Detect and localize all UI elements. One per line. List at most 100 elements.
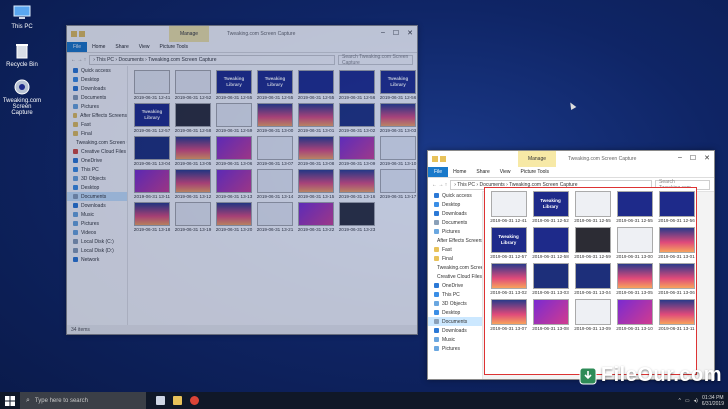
nav-item[interactable]: Documents: [67, 93, 127, 102]
nav-item[interactable]: Network: [67, 255, 127, 264]
nav-item[interactable]: Videos: [67, 228, 127, 237]
tab-picture-tools[interactable]: Picture Tools: [516, 169, 555, 175]
file-item[interactable]: 2019-06-31 13-09: [337, 136, 377, 167]
file-item[interactable]: 2019-06-31 12-55: [572, 191, 613, 224]
file-item[interactable]: 2019-06-31 13-02: [488, 263, 529, 296]
nav-item[interactable]: Desktop: [428, 308, 482, 317]
nav-item[interactable]: This PC: [428, 290, 482, 299]
minimize-icon[interactable]: –: [381, 29, 385, 37]
file-item[interactable]: 2019-06-31 12-59: [572, 227, 613, 260]
tab-share[interactable]: Share: [110, 44, 133, 50]
title-bar[interactable]: Manage Tweaking.com Screen Capture – ☐ ✕: [428, 151, 714, 167]
file-item[interactable]: 2019-06-31 13-03: [378, 103, 417, 134]
file-item[interactable]: 2019-06-31 13-13: [214, 169, 254, 200]
nav-item[interactable]: Fast: [428, 245, 482, 254]
nav-item[interactable]: Pictures: [428, 227, 482, 236]
nav-item[interactable]: Creative Cloud Files: [67, 147, 127, 156]
search-input[interactable]: Search Tweaking.com Screen Capture: [338, 54, 413, 66]
tab-home[interactable]: Home: [87, 44, 110, 50]
nav-item[interactable]: Tweaking.com Screen Capture: [428, 263, 482, 272]
tab-picture-tools[interactable]: Picture Tools: [155, 44, 194, 50]
chrome-icon[interactable]: [190, 396, 199, 405]
file-item[interactable]: 2019-06-31 13-04: [572, 263, 613, 296]
back-forward-icons[interactable]: ← → ↑: [71, 57, 86, 63]
tab-manage[interactable]: Manage: [518, 151, 556, 167]
nav-item[interactable]: Quick access: [67, 66, 127, 75]
title-bar[interactable]: Manage Tweaking.com Screen Capture – ☐ ✕: [67, 26, 417, 42]
file-item[interactable]: 2019-06-31 12-58: [173, 103, 213, 134]
file-item[interactable]: 2019-06-31 13-04: [132, 136, 172, 167]
nav-item[interactable]: OneDrive: [428, 281, 482, 290]
nav-item[interactable]: Tweaking.com Screen Capture: [67, 138, 127, 147]
file-item[interactable]: 2019-06-31 13-11: [656, 299, 696, 332]
nav-item[interactable]: Music: [67, 210, 127, 219]
nav-item[interactable]: Creative Cloud Files: [428, 272, 482, 281]
file-item[interactable]: 2019-06-31 12-41: [132, 70, 172, 101]
file-item[interactable]: Tweaking Library 2019-06-31 12-55: [214, 70, 254, 101]
file-item[interactable]: Tweaking Library 2019-06-31 12-57: [488, 227, 529, 260]
nav-item[interactable]: Local Disk (C:): [67, 237, 127, 246]
file-item[interactable]: Tweaking Library 2019-06-31 12-57: [132, 103, 172, 134]
nav-item[interactable]: Music: [428, 335, 482, 344]
nav-item[interactable]: Documents: [428, 317, 482, 326]
maximize-icon[interactable]: ☐: [393, 29, 399, 37]
close-icon[interactable]: ✕: [407, 29, 413, 37]
nav-item[interactable]: 3D Objects: [67, 174, 127, 183]
chevron-up-icon[interactable]: ^: [678, 398, 680, 404]
nav-item[interactable]: Desktop: [428, 200, 482, 209]
minimize-icon[interactable]: –: [678, 154, 682, 162]
nav-item[interactable]: Fast: [67, 120, 127, 129]
volume-icon[interactable]: ◂): [694, 398, 698, 404]
explorer-window-background[interactable]: Manage Tweaking.com Screen Capture – ☐ ✕…: [66, 25, 418, 335]
file-item[interactable]: 2019-06-31 13-14: [255, 169, 295, 200]
nav-item[interactable]: 3D Objects: [428, 299, 482, 308]
file-item[interactable]: 2019-06-31 13-20: [214, 202, 254, 233]
nav-item[interactable]: Pictures: [428, 344, 482, 353]
tab-file[interactable]: File: [428, 167, 449, 177]
file-item[interactable]: 2019-06-31 12-56: [337, 70, 377, 101]
file-item[interactable]: 2019-06-31 12-55: [614, 191, 655, 224]
back-forward-icons[interactable]: ← → ↑: [432, 182, 447, 188]
nav-item[interactable]: Desktop: [67, 183, 127, 192]
nav-item[interactable]: Downloads: [67, 84, 127, 93]
file-item[interactable]: 2019-06-31 13-06: [214, 136, 254, 167]
nav-item[interactable]: Pictures: [67, 102, 127, 111]
file-item[interactable]: 2019-06-31 12-59: [214, 103, 254, 134]
file-item[interactable]: 2019-06-31 13-07: [488, 299, 529, 332]
file-item[interactable]: 2019-06-31 13-06: [656, 263, 696, 296]
nav-item[interactable]: After Effects Screens: [428, 236, 482, 245]
nav-item[interactable]: Documents: [67, 192, 127, 201]
tab-share[interactable]: Share: [471, 169, 494, 175]
file-item[interactable]: 2019-06-31 13-00: [255, 103, 295, 134]
nav-item[interactable]: Final: [428, 254, 482, 263]
file-item[interactable]: 2019-06-31 13-01: [656, 227, 696, 260]
file-item[interactable]: 2019-06-31 13-21: [255, 202, 295, 233]
file-item[interactable]: 2019-06-31 13-11: [132, 169, 172, 200]
file-item[interactable]: 2019-06-31 12-58: [530, 227, 571, 260]
tab-home[interactable]: Home: [448, 169, 471, 175]
network-icon[interactable]: ▭: [685, 398, 690, 404]
file-item[interactable]: 2019-06-31 13-23: [337, 202, 377, 233]
tab-view[interactable]: View: [134, 44, 155, 50]
nav-item[interactable]: Documents: [428, 218, 482, 227]
file-item[interactable]: 2019-06-31 13-18: [132, 202, 172, 233]
task-view-icon[interactable]: [156, 396, 165, 405]
nav-item[interactable]: Desktop: [67, 75, 127, 84]
file-item[interactable]: 2019-06-31 12-55: [296, 70, 336, 101]
file-item[interactable]: 2019-06-31 13-19: [173, 202, 213, 233]
file-item[interactable]: 2019-06-31 13-17: [378, 169, 417, 200]
file-item[interactable]: 2019-06-31 13-00: [614, 227, 655, 260]
desktop-icon-this-pc[interactable]: This PC: [2, 4, 42, 30]
file-item[interactable]: 2019-06-31 13-01: [296, 103, 336, 134]
file-item[interactable]: 2019-06-31 13-15: [296, 169, 336, 200]
nav-item[interactable]: Local Disk (D:): [67, 246, 127, 255]
file-item[interactable]: 2019-06-31 13-03: [530, 263, 571, 296]
explorer-window-foreground[interactable]: Manage Tweaking.com Screen Capture – ☐ ✕…: [427, 150, 715, 380]
nav-item[interactable]: Pictures: [67, 219, 127, 228]
nav-item[interactable]: Downloads: [428, 326, 482, 335]
file-item[interactable]: 2019-06-31 13-09: [572, 299, 613, 332]
file-item[interactable]: Tweaking Library 2019-06-31 12-56: [378, 70, 417, 101]
taskbar-search-box[interactable]: ⌕ Type here to search: [20, 392, 146, 409]
file-item[interactable]: 2019-06-31 12-41: [488, 191, 529, 224]
nav-item[interactable]: Downloads: [67, 201, 127, 210]
